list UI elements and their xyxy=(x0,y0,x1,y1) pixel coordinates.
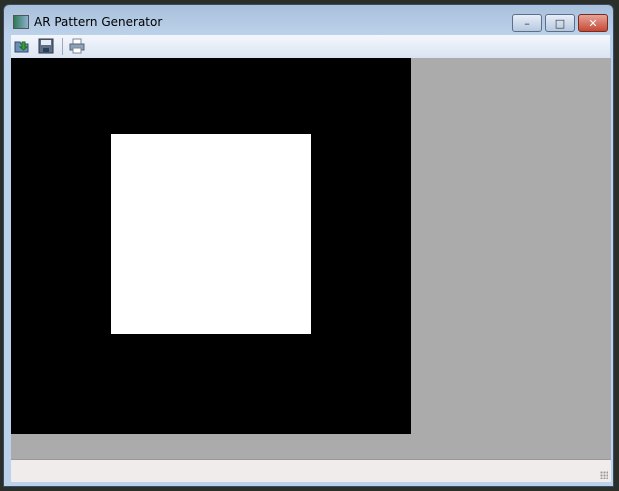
marker-border xyxy=(11,58,411,434)
resize-grip-icon[interactable] xyxy=(600,471,608,479)
status-bar xyxy=(11,459,611,482)
toolbar-separator xyxy=(62,38,63,55)
open-icon xyxy=(14,41,29,53)
window-title: AR Pattern Generator xyxy=(34,15,163,29)
save-button[interactable] xyxy=(38,38,54,54)
pattern-canvas xyxy=(11,58,611,459)
minimize-button[interactable]: – xyxy=(512,14,542,32)
print-button[interactable] xyxy=(69,38,85,54)
marker-inner-square xyxy=(111,134,311,334)
app-window: AR Pattern Generator – □ ✕ xyxy=(3,4,614,487)
open-button[interactable] xyxy=(14,38,30,54)
save-icon xyxy=(38,38,54,54)
print-icon xyxy=(69,38,85,54)
app-icon xyxy=(13,15,29,29)
toolbar xyxy=(11,35,610,58)
maximize-button[interactable]: □ xyxy=(545,14,575,32)
close-button[interactable]: ✕ xyxy=(578,14,608,32)
